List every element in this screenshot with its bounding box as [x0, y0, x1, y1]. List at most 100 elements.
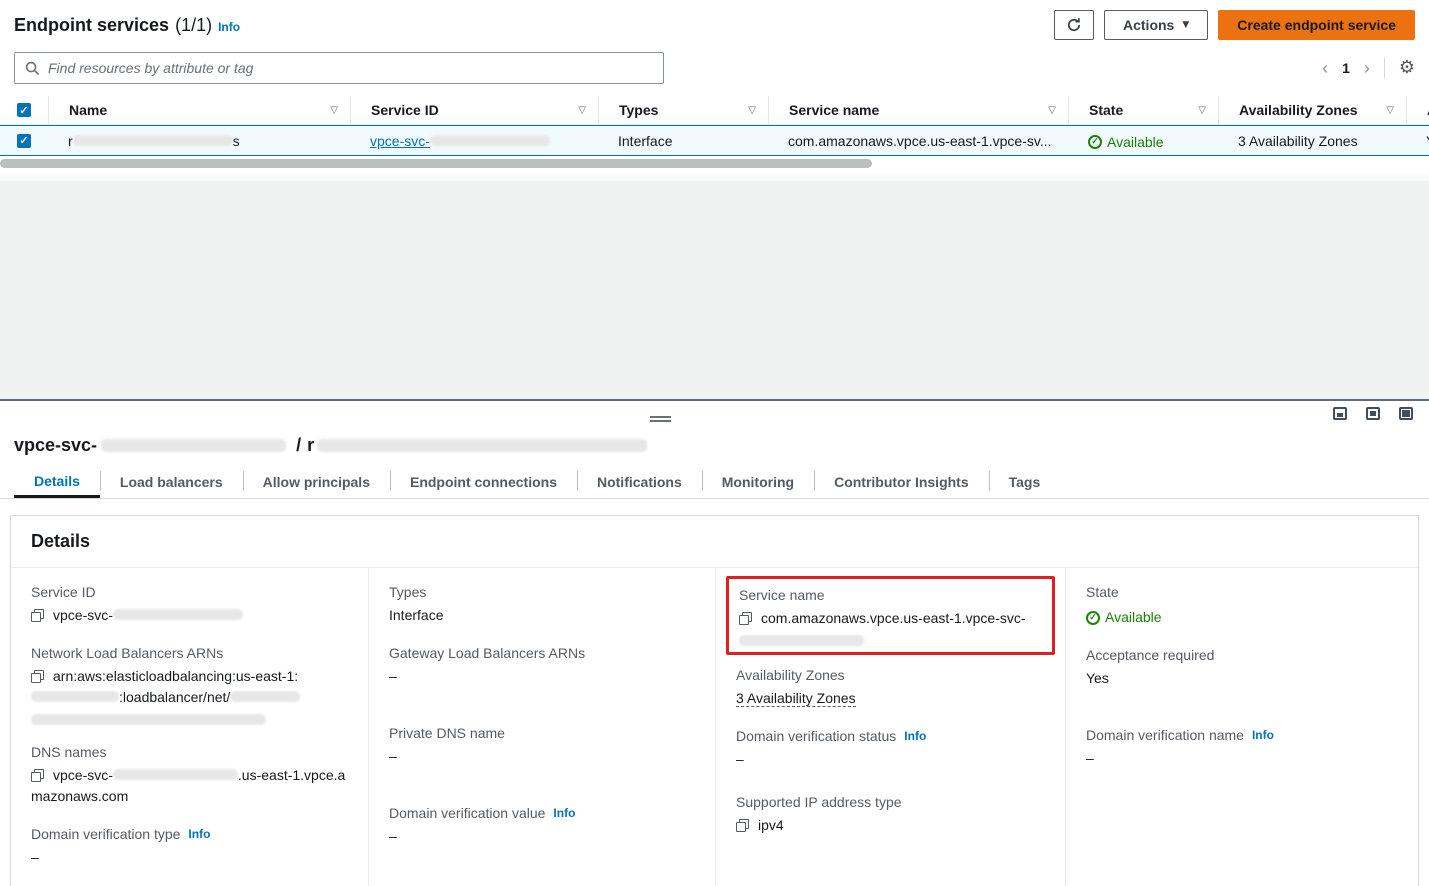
details-column-4: State ✓ Available Acceptance required Ye…	[1066, 568, 1418, 886]
refresh-button[interactable]	[1054, 10, 1094, 40]
cell-name: rs	[48, 133, 350, 149]
select-all-checkbox[interactable]: ✓	[17, 103, 31, 117]
tab-tags[interactable]: Tags	[989, 466, 1061, 498]
redacted-text	[73, 135, 233, 146]
field-dns-names: DNS names vpce-svc-.us-east-1.vpce.amazo…	[31, 744, 348, 807]
tab-notifications[interactable]: Notifications	[577, 466, 702, 498]
service-id-link[interactable]: vpce-svc-	[370, 133, 550, 149]
page-title-text: Endpoint services	[14, 15, 169, 36]
status-badge: ✓ Available	[1086, 607, 1162, 628]
panel-position-side-icon[interactable]	[1366, 407, 1380, 420]
table-settings-gear-icon[interactable]: ⚙	[1399, 59, 1415, 77]
field-availability-zones: Availability Zones 3 Availability Zones	[736, 667, 1045, 709]
redacted-text	[101, 439, 286, 452]
sort-icon[interactable]: ▽	[578, 105, 586, 116]
redacted-text	[113, 769, 238, 780]
availability-zones-link[interactable]: 3 Availability Zones	[1238, 133, 1358, 149]
column-header-types[interactable]: Types▽	[598, 96, 768, 124]
info-link[interactable]: Info	[553, 806, 575, 820]
panel-drag-handle-icon[interactable]	[650, 416, 671, 424]
row-checkbox[interactable]: ✓	[17, 134, 31, 148]
redacted-text	[31, 691, 119, 702]
split-panel: vpce-svc- / r Details Load balancers All…	[0, 399, 1429, 886]
sort-icon[interactable]: ▽	[1386, 105, 1394, 116]
details-column-1: Service ID vpce-svc- Network Load Balanc…	[11, 568, 369, 886]
search-icon	[25, 61, 40, 76]
column-header-state[interactable]: State▽	[1068, 96, 1218, 124]
divider	[1384, 57, 1385, 79]
redacted-text	[317, 439, 647, 452]
redacted-text	[230, 691, 300, 702]
page-header: Endpoint services (1/1) Info Actions ▼ C…	[0, 0, 1429, 40]
field-supported-ip: Supported IP address type ipv4	[736, 794, 1045, 836]
field-types: Types Interface	[389, 584, 695, 626]
field-service-id: Service ID vpce-svc-	[31, 584, 348, 626]
field-private-dns-name: Private DNS name –	[389, 725, 695, 767]
info-link[interactable]: Info	[1252, 728, 1274, 742]
details-card-heading: Details	[11, 516, 1418, 568]
field-glb-arns: Gateway Load Balancers ARNs –	[389, 645, 695, 687]
split-panel-toolbar	[0, 401, 1429, 427]
copy-icon[interactable]	[739, 612, 752, 625]
header-actions: Actions ▼ Create endpoint service	[1054, 10, 1415, 40]
copy-icon[interactable]	[736, 819, 749, 832]
panel-maximize-icon[interactable]	[1399, 407, 1413, 420]
column-header-service-name[interactable]: Service name▽	[768, 96, 1068, 124]
pagination-next[interactable]: ›	[1364, 59, 1370, 77]
check-circle-icon: ✓	[1088, 135, 1102, 149]
field-nlb-arns: Network Load Balancers ARNs arn:aws:elas…	[31, 645, 348, 725]
actions-button[interactable]: Actions ▼	[1104, 10, 1208, 40]
sort-icon[interactable]: ▽	[1198, 105, 1206, 116]
endpoint-services-table: ✓ Name▽ Service ID▽ Types▽ Service name▽…	[0, 96, 1429, 156]
field-acceptance-required: Acceptance required Yes	[1086, 647, 1398, 689]
sort-icon[interactable]: ▽	[330, 105, 338, 116]
tab-endpoint-connections[interactable]: Endpoint connections	[390, 466, 577, 498]
tab-monitoring[interactable]: Monitoring	[702, 466, 814, 498]
field-service-name: Service name com.amazonaws.vpce.us-east-…	[739, 587, 1042, 646]
details-column-2: Types Interface Gateway Load Balancers A…	[369, 568, 716, 886]
horizontal-scrollbar[interactable]	[0, 159, 1429, 169]
column-header-service-id[interactable]: Service ID▽	[350, 96, 598, 124]
field-domain-verification-value: Domain verification value Info –	[389, 805, 695, 847]
create-endpoint-service-button[interactable]: Create endpoint service	[1218, 10, 1415, 40]
actions-label: Actions	[1123, 17, 1174, 33]
redacted-text	[31, 714, 266, 725]
tab-details[interactable]: Details	[14, 466, 100, 498]
pagination-page[interactable]: 1	[1342, 60, 1350, 76]
scrollbar-thumb[interactable]	[0, 159, 872, 168]
status-badge: ✓ Available	[1088, 134, 1164, 150]
info-link[interactable]: Info	[904, 729, 926, 743]
copy-icon[interactable]	[31, 670, 44, 683]
column-header-truncated[interactable]: A	[1406, 96, 1429, 124]
table-row[interactable]: ✓ rs vpce-svc- Interface com.amazonaws.v…	[0, 125, 1429, 156]
cell-service-id: vpce-svc-	[350, 133, 598, 149]
field-domain-verification-name: Domain verification name Info –	[1086, 727, 1398, 769]
column-header-availability-zones[interactable]: Availability Zones▽	[1218, 96, 1406, 124]
column-header-name[interactable]: Name▽	[48, 96, 350, 124]
cell-service-name: com.amazonaws.vpce.us-east-1.vpce-sv...	[768, 133, 1068, 149]
details-column-3: Service name com.amazonaws.vpce.us-east-…	[716, 568, 1066, 886]
tab-load-balancers[interactable]: Load balancers	[100, 466, 243, 498]
info-link[interactable]: Info	[218, 20, 240, 34]
details-card: Details Service ID vpce-svc- Network Loa…	[10, 515, 1419, 886]
row-checkbox-cell: ✓	[0, 134, 48, 148]
resource-count: (1/1)	[175, 15, 212, 36]
filter-row: ‹ 1 › ⚙	[0, 40, 1429, 84]
info-link[interactable]: Info	[188, 827, 210, 841]
availability-zones-link[interactable]: 3 Availability Zones	[736, 690, 856, 707]
copy-icon[interactable]	[31, 609, 44, 622]
tab-contributor-insights[interactable]: Contributor Insights	[814, 466, 989, 498]
tab-allow-principals[interactable]: Allow principals	[243, 466, 390, 498]
search-input[interactable]	[48, 60, 653, 76]
panel-tabs: Details Load balancers Allow principals …	[0, 466, 1429, 499]
search-box	[14, 52, 664, 84]
cell-state: ✓ Available	[1068, 131, 1218, 150]
cell-types: Interface	[598, 133, 768, 149]
sort-icon[interactable]: ▽	[748, 105, 756, 116]
panel-position-bottom-icon[interactable]	[1333, 407, 1347, 420]
copy-icon[interactable]	[31, 769, 44, 782]
field-state: State ✓ Available	[1086, 584, 1398, 628]
pagination-prev[interactable]: ‹	[1322, 59, 1328, 77]
redacted-text	[430, 135, 550, 146]
sort-icon[interactable]: ▽	[1048, 105, 1056, 116]
